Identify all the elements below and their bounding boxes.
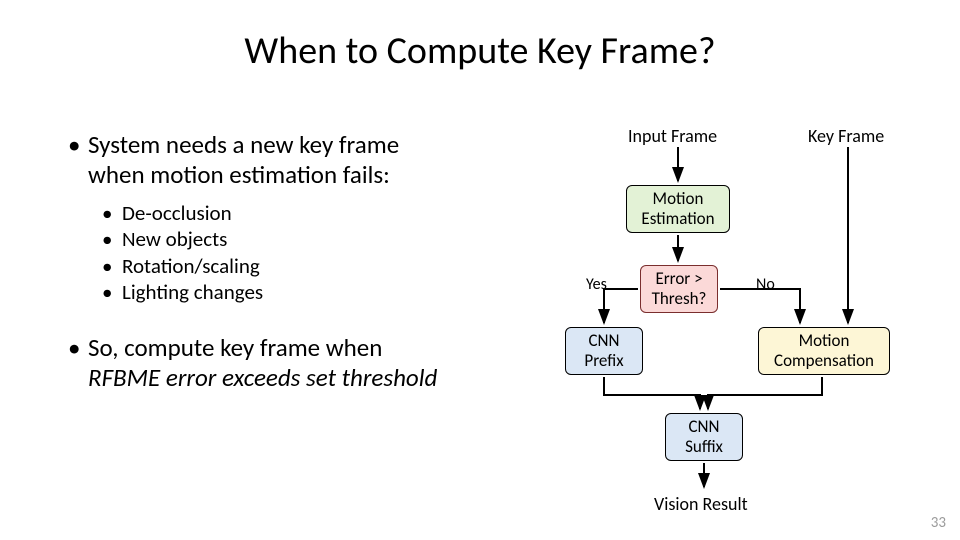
- bullet-main-2-line2: RFBME error exceeds set threshold: [88, 362, 437, 393]
- sub-bullet-block: De-occlusion New objects Rotation/scalin…: [68, 200, 538, 305]
- bullet-main-1: System needs a new key frame when motion…: [68, 130, 538, 190]
- bullet-main-1-line2: when motion estimation fails:: [88, 159, 390, 190]
- arrow-input-to-motion: [570, 125, 940, 525]
- page-number: 33: [931, 514, 946, 532]
- sub-bullet-3: Rotation/scaling: [102, 253, 538, 279]
- sub-bullet-1: De-occlusion: [102, 200, 538, 226]
- slide-title: When to Compute Key Frame?: [0, 28, 960, 74]
- bullet-main-2: So, compute key frame when RFBME error e…: [68, 333, 538, 393]
- sub-bullet-4: Lighting changes: [102, 279, 538, 305]
- sub-bullet-2: New objects: [102, 226, 538, 252]
- flowchart: Input Frame Key Frame Motion Estimation …: [570, 125, 940, 525]
- text-column: System needs a new key frame when motion…: [68, 130, 538, 403]
- bullet-main-2-line1: So, compute key frame when: [88, 332, 382, 363]
- bullet-main-1-line1: System needs a new key frame: [88, 129, 399, 160]
